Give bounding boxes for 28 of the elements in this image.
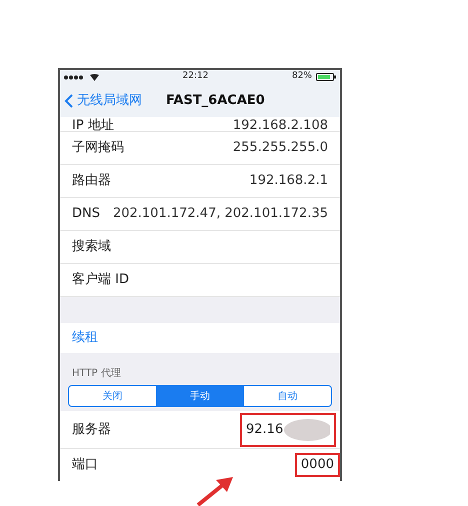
row-label: 客户端 ID	[72, 271, 129, 290]
wifi-icon	[90, 74, 99, 80]
blur-patch-icon	[283, 418, 330, 442]
chevron-left-icon	[64, 94, 73, 108]
row-label: 子网掩码	[72, 139, 124, 158]
row-value: 202.101.172.47, 202.101.172.35	[112, 205, 328, 224]
section-header: HTTP 代理	[72, 367, 121, 381]
row-value: 192.168.2.108	[232, 121, 328, 131]
back-button[interactable]: 无线局域网	[64, 90, 142, 110]
row-label: 搜索域	[72, 238, 111, 256]
status-time: 22:12	[182, 70, 208, 84]
signal-icon	[64, 74, 86, 80]
battery-icon	[316, 73, 336, 81]
arrow-annotation	[196, 476, 234, 506]
renew-lease-button[interactable]: 续租	[72, 328, 98, 348]
row-value: 192.168.2.1	[249, 172, 328, 190]
status-battery: 82%	[292, 70, 312, 84]
segment-tab[interactable]: 关闭	[69, 386, 156, 406]
row-label: 端口	[72, 456, 98, 474]
segment-tab[interactable]: 手动	[156, 386, 244, 406]
row-label: 服务器	[72, 420, 111, 439]
port-value: 0000	[294, 453, 340, 477]
nav-title: FAST_6ACAE0	[166, 92, 265, 110]
row-value: 255.255.255.0	[232, 139, 328, 158]
segment-tab[interactable]: 自动	[243, 386, 332, 406]
row-label: DNS	[72, 205, 100, 224]
server-value: 92.16	[246, 420, 284, 439]
row-label: 路由器	[72, 172, 111, 190]
